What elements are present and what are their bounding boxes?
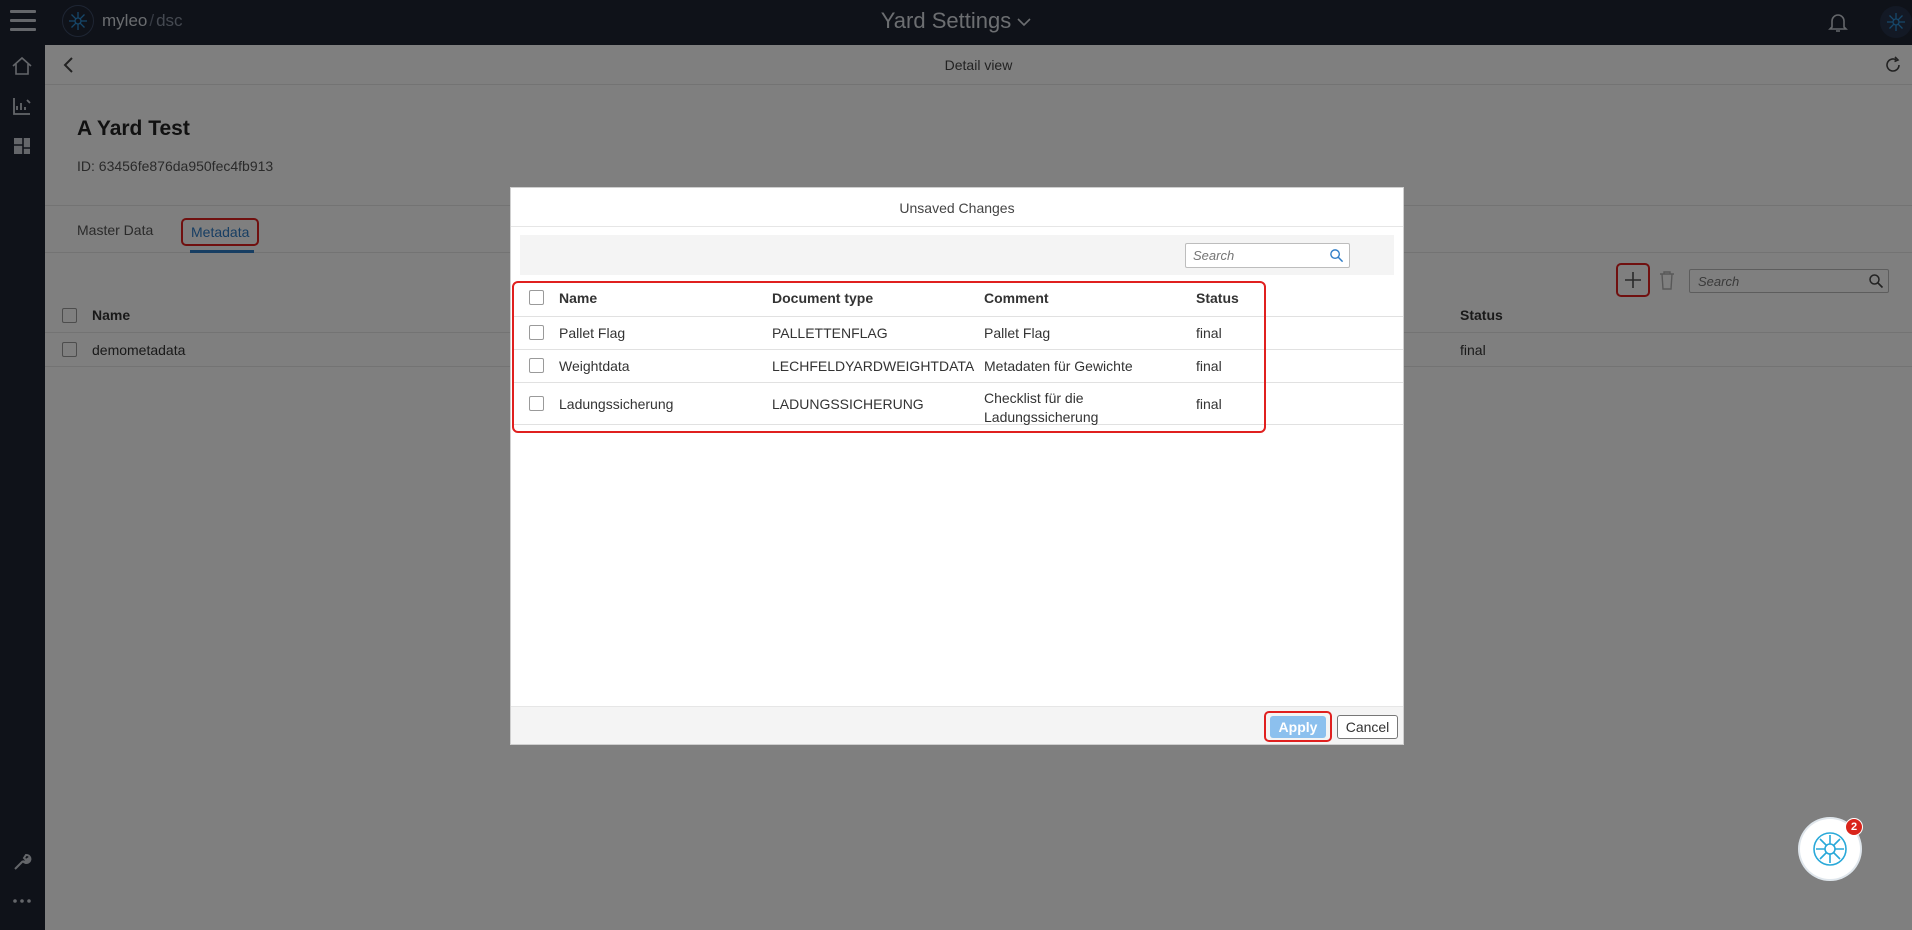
column-header-name[interactable]: Name (559, 290, 597, 306)
cell-status: final (1196, 358, 1222, 374)
cell-comment: Pallet Flag (984, 325, 1051, 341)
row-checkbox[interactable] (529, 358, 544, 373)
cell-document-type: PALLETTENFLAG (772, 325, 888, 341)
cancel-button[interactable]: Cancel (1337, 715, 1398, 739)
table-row[interactable]: Ladungssicherung LADUNGSSICHERUNG Checkl… (513, 383, 1403, 425)
dialog-search-field[interactable] (1185, 243, 1350, 268)
column-header-status[interactable]: Status (1196, 290, 1239, 306)
cell-name: Weightdata (559, 358, 630, 374)
table-row[interactable]: Weightdata LECHFELDYARDWEIGHTDATA Metada… (513, 350, 1403, 383)
cell-name: Ladungssicherung (559, 396, 674, 412)
dialog-footer: Apply Cancel (511, 706, 1403, 744)
dialog-table-header: Name Document type Comment Status (513, 282, 1403, 317)
cell-comment: Metadaten für Gewichte (984, 358, 1133, 374)
cell-document-type: LADUNGSSICHERUNG (772, 396, 924, 412)
cell-status: final (1196, 396, 1222, 412)
column-header-document-type[interactable]: Document type (772, 290, 873, 306)
dialog-toolbar (520, 235, 1394, 275)
assistant-icon (1813, 832, 1847, 866)
table-row[interactable]: Pallet Flag PALLETTENFLAG Pallet Flag fi… (513, 317, 1403, 350)
row-checkbox[interactable] (529, 396, 544, 411)
assistant-badge: 2 (1845, 818, 1863, 836)
unsaved-changes-dialog: Unsaved Changes Name Document type Comme… (510, 187, 1404, 745)
apply-button-frame: Apply (1264, 711, 1332, 742)
apply-button[interactable]: Apply (1270, 715, 1326, 738)
dialog-table: Name Document type Comment Status Pallet… (513, 282, 1403, 425)
row-checkbox[interactable] (529, 325, 544, 340)
cell-comment: Checklist für die Ladungssicherung (984, 390, 1099, 425)
select-all-checkbox[interactable] (529, 290, 544, 305)
dialog-search-input[interactable] (1186, 244, 1320, 267)
dialog-title: Unsaved Changes (511, 188, 1403, 227)
cell-document-type: LECHFELDYARDWEIGHTDATA (772, 358, 975, 374)
cell-status: final (1196, 325, 1222, 341)
column-header-comment[interactable]: Comment (984, 290, 1049, 306)
search-icon[interactable] (1329, 248, 1344, 263)
cell-name: Pallet Flag (559, 325, 626, 341)
